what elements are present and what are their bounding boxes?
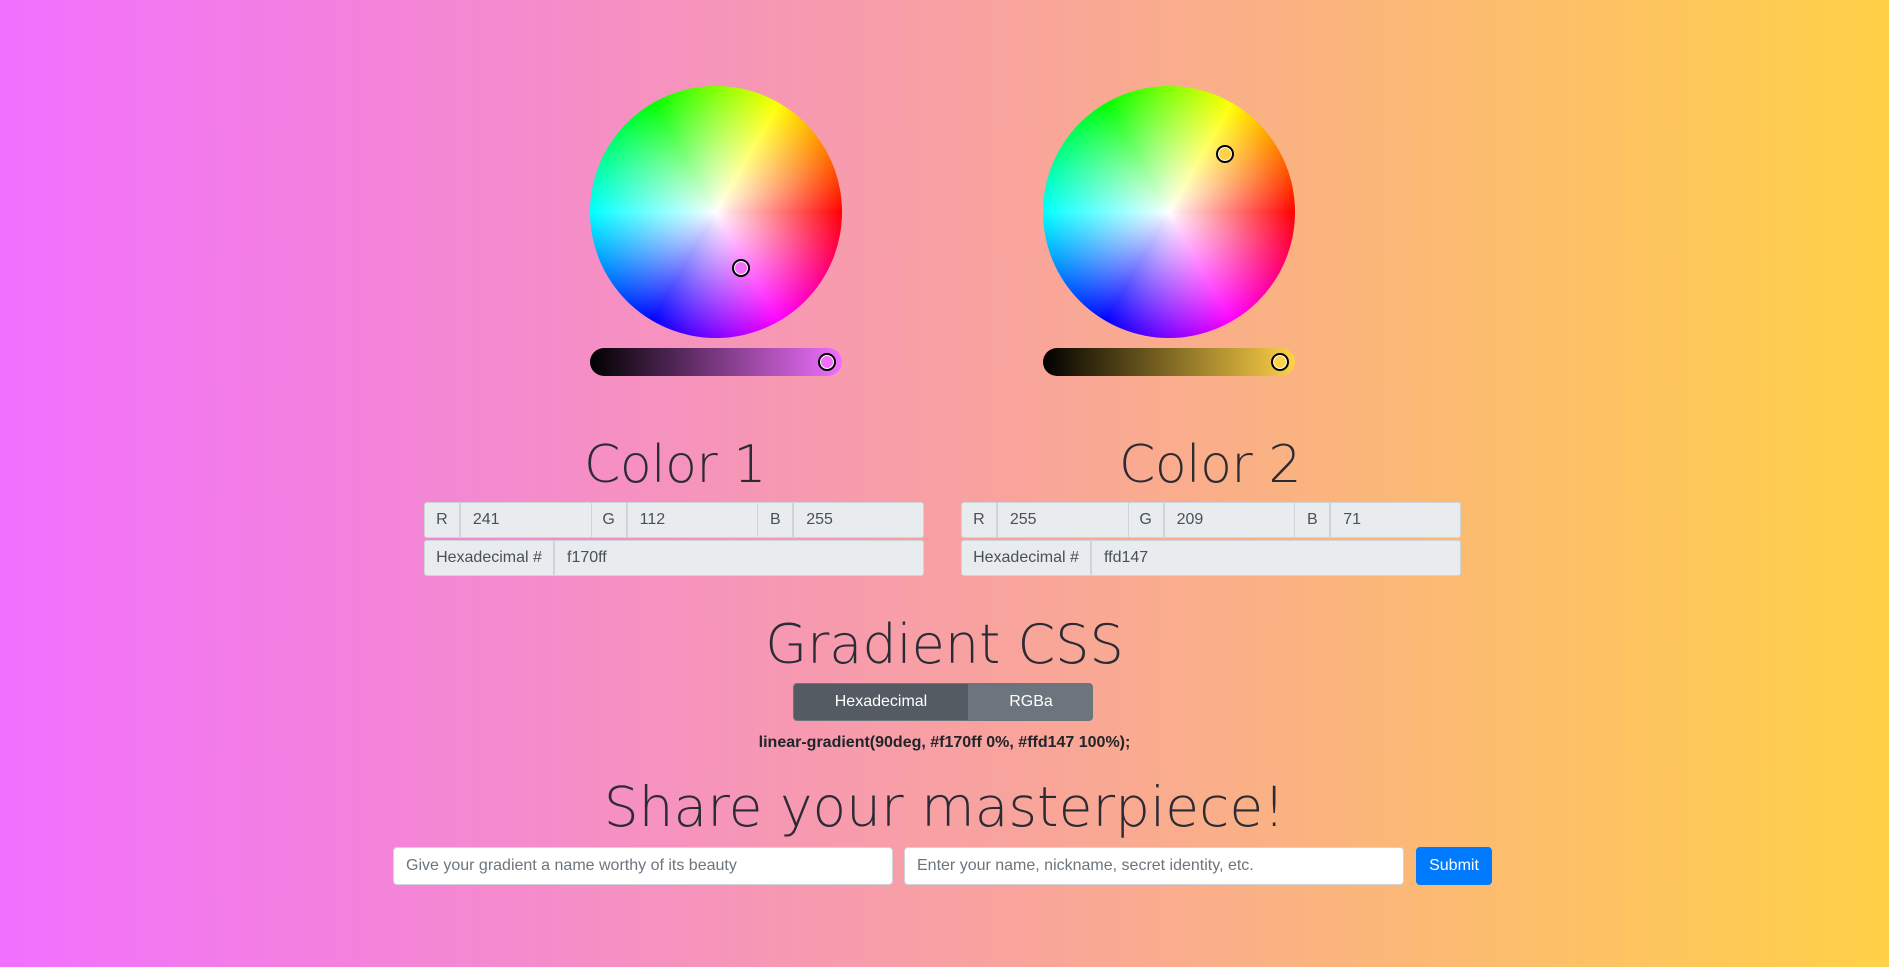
submit-button[interactable]: Submit [1416, 847, 1492, 885]
color2-wheel[interactable] [1043, 86, 1295, 338]
color1-brightness-slider[interactable] [590, 348, 842, 376]
color2-brightness-slider[interactable] [1043, 348, 1295, 376]
gradient-css-output: linear-gradient(90deg, #f170ff 0%, #ffd1… [758, 734, 1131, 751]
author-name-input[interactable] [904, 847, 1404, 885]
color1-g-input[interactable] [626, 502, 758, 538]
hexadecimal-tab[interactable]: Hexadecimal [793, 683, 969, 721]
color2-hex-row: Hexadecimal # [961, 540, 1461, 576]
color2-brightness-handle[interactable] [1271, 353, 1289, 371]
color2-b-label: B [1294, 502, 1331, 538]
gradient-css-title: Gradient CSS [765, 613, 1124, 676]
color1-b-label: B [757, 502, 794, 538]
color2-hex-label: Hexadecimal # [961, 540, 1091, 576]
color2-hex-input[interactable] [1091, 540, 1461, 576]
color1-wheel[interactable] [590, 86, 842, 338]
color2-rgb-row: R G B [961, 502, 1461, 538]
rgba-tab[interactable]: RGBa [969, 683, 1093, 721]
color1-r-label: R [424, 502, 460, 538]
color2-g-label: G [1127, 502, 1164, 538]
color1-rgb-row: R G B [424, 502, 924, 538]
format-toggle: Hexadecimal RGBa [793, 683, 1093, 721]
color1-g-label: G [590, 502, 627, 538]
color2-b-input[interactable] [1330, 502, 1461, 538]
color2-r-input[interactable] [996, 502, 1128, 538]
color2-title: Color 2 [1119, 435, 1301, 495]
color1-brightness-handle[interactable] [818, 353, 836, 371]
color1-b-input[interactable] [793, 502, 924, 538]
color2-wheel-handle[interactable] [1216, 145, 1234, 163]
color2-r-label: R [961, 502, 997, 538]
gradient-name-input[interactable] [393, 847, 893, 885]
color1-form: R G B Hexadecimal # [424, 502, 924, 578]
color1-hex-input[interactable] [554, 540, 924, 576]
color1-r-input[interactable] [459, 502, 591, 538]
share-title: Share your masterpiece! [603, 775, 1286, 839]
color1-hex-row: Hexadecimal # [424, 540, 924, 576]
color1-hex-label: Hexadecimal # [424, 540, 554, 576]
color2-g-input[interactable] [1163, 502, 1295, 538]
color1-title: Color 1 [584, 435, 766, 495]
color1-wheel-handle[interactable] [732, 259, 750, 277]
color2-form: R G B Hexadecimal # [961, 502, 1461, 578]
